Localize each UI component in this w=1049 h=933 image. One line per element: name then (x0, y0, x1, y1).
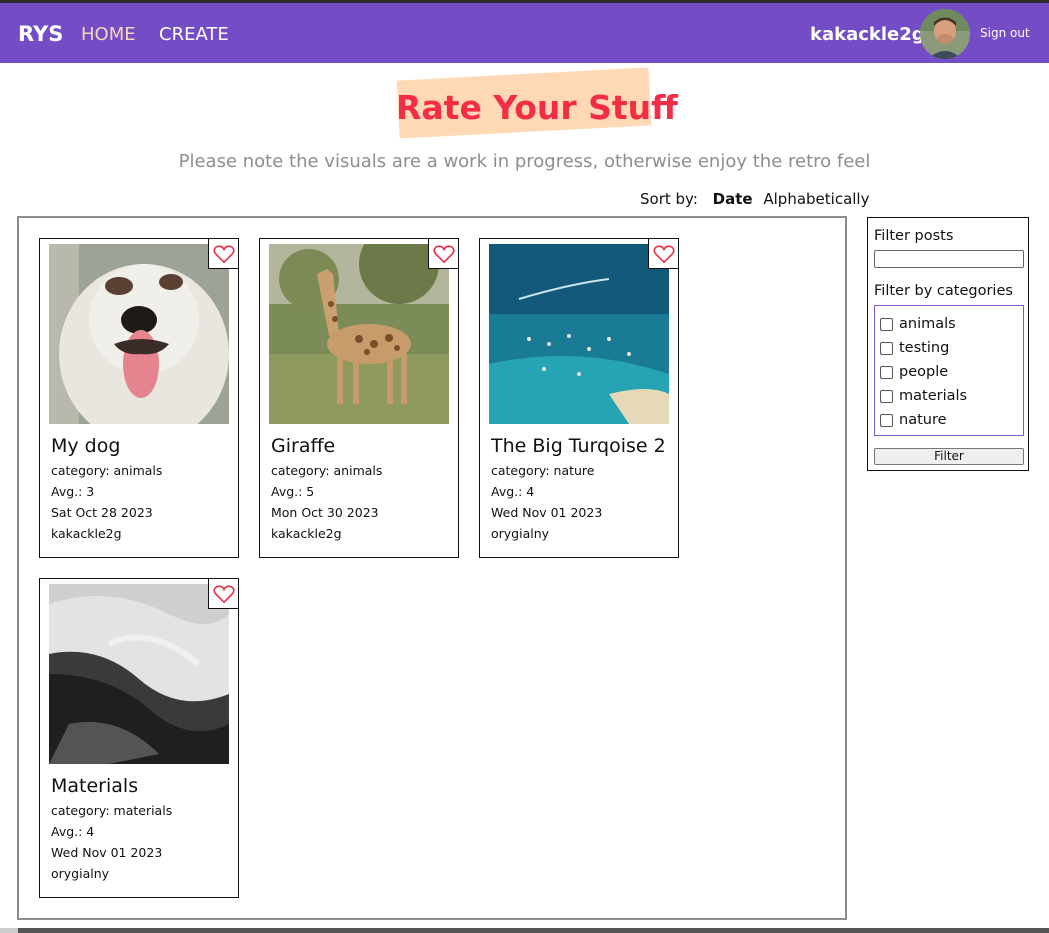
window-bottom-border (0, 928, 1049, 933)
checkbox[interactable] (880, 365, 893, 379)
post-author: kakackle2g (51, 526, 122, 541)
post-date: Mon Oct 30 2023 (271, 505, 379, 520)
page-title: Rate Your Stuff (396, 88, 678, 127)
navbar: RYS HOME CREATE kakackle2g Sign out (0, 3, 1049, 63)
post-card[interactable]: Giraffe category: animals Avg.: 5 Mon Oc… (259, 238, 459, 558)
nav-username[interactable]: kakackle2g (810, 24, 925, 45)
post-average: Avg.: 5 (271, 484, 315, 499)
post-card[interactable]: Materials category: materials Avg.: 4 We… (39, 578, 239, 898)
sort-alphabetically-button[interactable]: Alphabetically (763, 190, 869, 208)
brand-logo[interactable]: RYS (18, 22, 63, 46)
sort-bar: Sort by: Date Alphabetically (640, 190, 875, 208)
checkbox[interactable] (880, 341, 893, 355)
filter-categories-label: Filter by categories (874, 283, 1013, 299)
post-author: orygialny (491, 526, 550, 541)
post-average: Avg.: 4 (491, 484, 535, 499)
sort-label: Sort by: (640, 190, 698, 208)
giraffe-photo[interactable] (269, 244, 449, 424)
post-card[interactable]: The Big Turqoise 2 category: nature Avg.… (479, 238, 679, 558)
post-title[interactable]: The Big Turqoise 2 (491, 435, 666, 457)
user-avatar-icon[interactable] (920, 9, 970, 59)
turquoise-sea-photo[interactable] (489, 244, 669, 424)
nav-create-link[interactable]: CREATE (159, 24, 229, 45)
post-category: category: animals (51, 463, 163, 478)
category-label: testing (899, 340, 950, 356)
category-option-people[interactable]: people (880, 364, 948, 380)
page-subtitle: Please note the visuals are a work in pr… (178, 151, 871, 172)
window-bottom-corner (0, 928, 18, 933)
category-option-testing[interactable]: testing (880, 340, 949, 356)
category-label: animals (899, 316, 956, 332)
category-option-materials[interactable]: materials (880, 388, 967, 404)
filter-button[interactable]: Filter (874, 448, 1024, 465)
category-option-animals[interactable]: animals (880, 316, 956, 332)
dog-photo[interactable] (49, 244, 229, 424)
post-category: category: nature (491, 463, 595, 478)
post-category: category: materials (51, 803, 173, 818)
post-author: orygialny (51, 866, 110, 881)
category-option-nature[interactable]: nature (880, 412, 947, 428)
filter-posts-input[interactable] (874, 250, 1024, 268)
like-heart-icon[interactable] (208, 238, 239, 269)
like-heart-icon[interactable] (208, 578, 239, 609)
sign-out-link[interactable]: Sign out (980, 26, 1030, 40)
post-author: kakackle2g (271, 526, 342, 541)
category-label: nature (899, 412, 947, 428)
like-heart-icon[interactable] (648, 238, 679, 269)
checkbox[interactable] (880, 317, 893, 331)
post-title[interactable]: Materials (51, 775, 138, 797)
sort-by-date-button[interactable]: Date (713, 190, 753, 208)
nav-home-link[interactable]: HOME (81, 24, 136, 45)
filter-posts-label: Filter posts (874, 228, 954, 244)
post-card[interactable]: My dog category: animals Avg.: 3 Sat Oct… (39, 238, 239, 558)
checkbox[interactable] (880, 389, 893, 403)
post-category: category: animals (271, 463, 383, 478)
category-label: materials (899, 388, 968, 404)
like-heart-icon[interactable] (428, 238, 459, 269)
posts-grid: My dog category: animals Avg.: 3 Sat Oct… (17, 216, 847, 920)
post-average: Avg.: 3 (51, 484, 95, 499)
post-title[interactable]: My dog (51, 435, 120, 457)
filter-panel: Filter posts Filter by categories animal… (867, 217, 1029, 471)
post-title[interactable]: Giraffe (271, 435, 335, 457)
post-date: Wed Nov 01 2023 (51, 845, 163, 860)
post-date: Wed Nov 01 2023 (491, 505, 603, 520)
post-average: Avg.: 4 (51, 824, 95, 839)
fabric-photo[interactable] (49, 584, 229, 764)
post-date: Sat Oct 28 2023 (51, 505, 153, 520)
category-list: animals testing people materials nature (874, 305, 1024, 436)
category-label: people (899, 364, 949, 380)
checkbox[interactable] (880, 413, 893, 427)
